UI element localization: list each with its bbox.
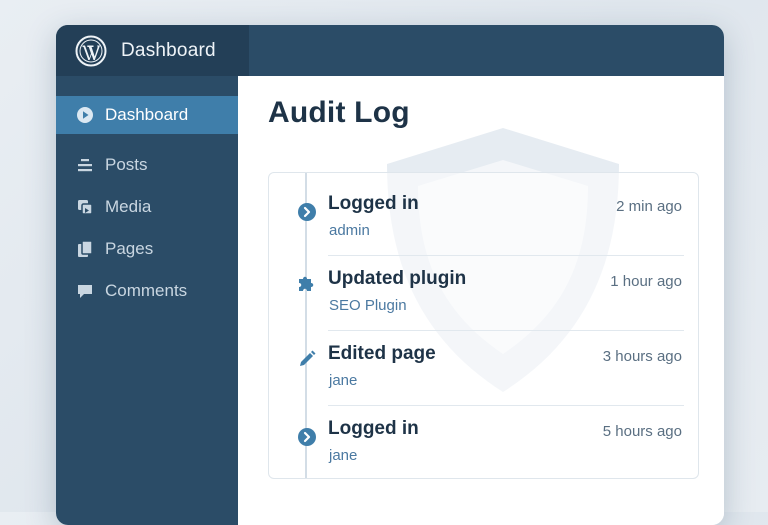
log-time: 3 hours ago xyxy=(602,348,682,365)
pages-icon xyxy=(78,240,93,257)
log-user[interactable]: admin xyxy=(329,222,370,239)
log-time: 5 hours ago xyxy=(602,423,682,440)
audit-log-card: Logged in admin 2 min ago Updated plugin… xyxy=(268,172,699,479)
sidebar-item-dashboard[interactable]: Dashboard xyxy=(56,96,238,134)
app-window: Dashboard Dashboard Posts Media Pages Co… xyxy=(56,25,724,525)
sidebar-item-label: Posts xyxy=(105,155,148,174)
header-title: Dashboard xyxy=(121,39,216,61)
top-bar: Dashboard xyxy=(56,25,724,76)
sidebar-item-label: Media xyxy=(105,197,152,216)
dashboard-icon xyxy=(77,107,93,123)
sidebar-item-media[interactable]: Media xyxy=(56,188,238,226)
log-action: Logged in xyxy=(328,418,419,439)
chevron-right-icon xyxy=(298,428,316,446)
chevron-right-icon xyxy=(298,203,316,221)
brand-area[interactable]: Dashboard xyxy=(56,25,249,76)
sidebar-item-pages[interactable]: Pages xyxy=(56,230,238,268)
sidebar-item-label: Comments xyxy=(105,281,188,300)
log-action: Edited page xyxy=(328,343,436,364)
main-content: Audit Log Logged in admin 2 min ago Upda… xyxy=(238,76,724,525)
media-icon xyxy=(78,200,93,215)
log-entry[interactable]: Logged in jane 5 hours ago xyxy=(269,398,698,473)
log-time: 1 hour ago xyxy=(610,273,682,290)
sidebar-item-comments[interactable]: Comments xyxy=(56,272,238,310)
puzzle-icon xyxy=(299,276,314,291)
log-action: Logged in xyxy=(328,193,419,214)
log-entry[interactable]: Edited page jane 3 hours ago xyxy=(269,323,698,398)
log-entry[interactable]: Updated plugin SEO Plugin 1 hour ago xyxy=(269,248,698,323)
log-user[interactable]: SEO Plugin xyxy=(329,297,407,314)
wordpress-logo-icon xyxy=(75,35,107,66)
sidebar-item-label: Pages xyxy=(105,239,154,258)
comments-icon xyxy=(78,285,92,298)
sidebar-item-posts[interactable]: Posts xyxy=(56,146,238,184)
posts-icon xyxy=(78,159,92,172)
sidebar: Dashboard Posts Media Pages Comments xyxy=(56,76,238,525)
page-title: Audit Log xyxy=(268,96,410,129)
log-entry[interactable]: Logged in admin 2 min ago xyxy=(269,173,698,248)
pencil-icon xyxy=(300,350,316,366)
log-user[interactable]: jane xyxy=(329,447,357,464)
log-user[interactable]: jane xyxy=(329,372,357,389)
log-action: Updated plugin xyxy=(328,268,467,289)
sidebar-item-label: Dashboard xyxy=(105,105,189,124)
log-time: 2 min ago xyxy=(616,198,682,215)
